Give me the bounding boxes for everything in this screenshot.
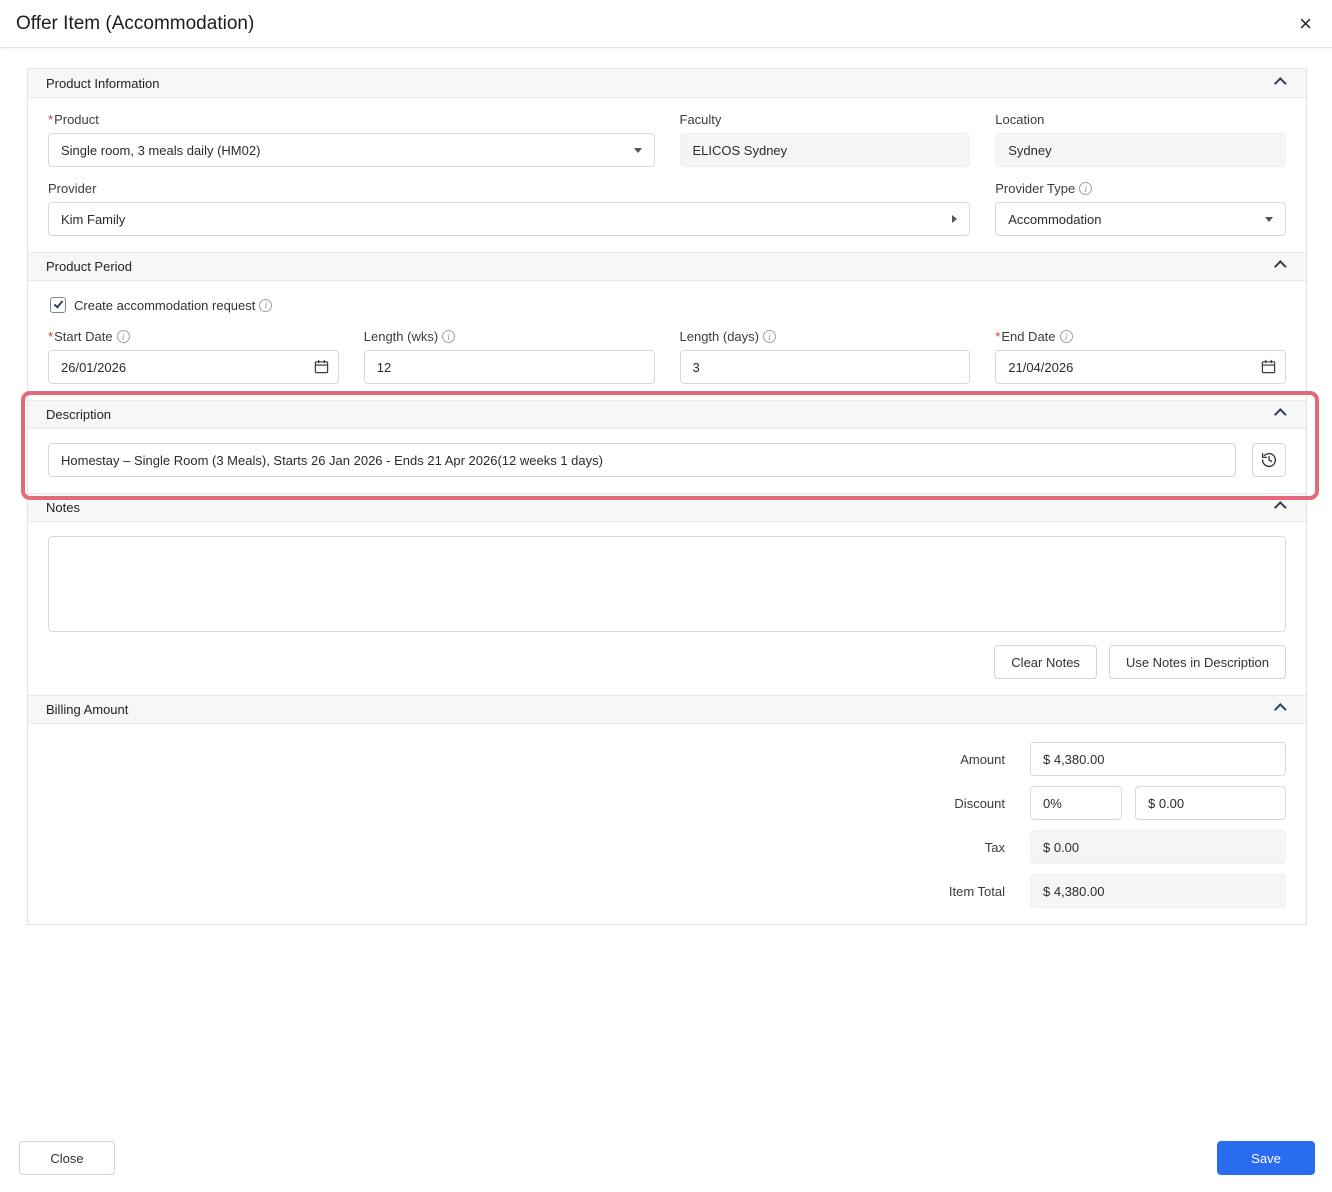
tax-readonly-field: $ 0.00: [1030, 830, 1286, 864]
calendar-icon[interactable]: [314, 359, 329, 374]
clear-notes-button[interactable]: Clear Notes: [994, 645, 1097, 679]
section-body-notes: Clear Notes Use Notes in Description: [28, 522, 1306, 695]
info-icon[interactable]: [1079, 182, 1093, 195]
section-title: Product Period: [46, 259, 132, 274]
amount-row: Amount: [48, 742, 1286, 776]
location-readonly-field: Sydney: [995, 133, 1286, 167]
amount-input[interactable]: [1030, 742, 1286, 776]
save-button[interactable]: Save: [1217, 1141, 1315, 1175]
provider-type-select[interactable]: Accommodation: [995, 202, 1286, 236]
section-billing-amount: Billing Amount Amount Discount Tax $ 0.0…: [28, 695, 1306, 924]
start-date-label: Start Date: [48, 329, 339, 344]
item-total-label: Item Total: [948, 883, 1005, 899]
section-header-product-information[interactable]: Product Information: [28, 69, 1306, 98]
section-header-billing-amount[interactable]: Billing Amount: [28, 695, 1306, 724]
provider-field: Provider Kim Family: [48, 181, 971, 236]
section-body-product-information: Product Single room, 3 meals daily (HM02…: [28, 98, 1306, 252]
length-wks-field: Length (wks): [363, 329, 655, 384]
offer-item-form-panel: Product Information Product Single room,…: [21, 68, 1319, 925]
notes-textarea[interactable]: [48, 536, 1286, 632]
chevron-up-icon[interactable]: [1273, 703, 1287, 716]
description-input[interactable]: [48, 443, 1236, 477]
checkbox-checked-icon[interactable]: [50, 297, 66, 313]
checkbox-label: Create accommodation request: [74, 297, 256, 313]
provider-type-field: Provider Type Accommodation: [995, 181, 1286, 236]
section-body-billing-amount: Amount Discount Tax $ 0.00 Item Total: [28, 724, 1306, 924]
section-title: Billing Amount: [46, 702, 129, 717]
section-header-description[interactable]: Description: [28, 400, 1306, 429]
chevron-up-icon[interactable]: [1273, 408, 1287, 421]
provider-lookup[interactable]: Kim Family: [48, 202, 971, 236]
chevron-up-icon[interactable]: [1273, 76, 1287, 90]
section-description: Description: [21, 391, 1319, 500]
length-days-label: Length (days): [680, 329, 971, 344]
section-title: Description: [46, 407, 112, 422]
section-body-product-period: Create accommodation request Start Date: [28, 281, 1306, 400]
chevron-right-icon: [952, 215, 958, 223]
section-product-period: Product Period Create accommodation requ…: [28, 252, 1306, 400]
section-body-description: [28, 429, 1306, 493]
close-button[interactable]: Close: [19, 1141, 115, 1175]
end-date-field: End Date: [995, 329, 1286, 384]
section-product-information: Product Information Product Single room,…: [28, 69, 1306, 252]
chevron-up-icon[interactable]: [1273, 260, 1287, 273]
info-icon[interactable]: [116, 330, 130, 343]
provider-lookup-value: Kim Family: [61, 211, 126, 227]
section-title: Notes: [46, 500, 80, 515]
chevron-down-icon: [633, 147, 642, 153]
provider-type-label: Provider Type: [995, 181, 1286, 196]
discount-amount-input[interactable]: [1135, 786, 1286, 820]
discount-row: Discount: [48, 786, 1286, 820]
start-date-input[interactable]: [48, 350, 339, 384]
length-days-input[interactable]: [679, 350, 971, 384]
product-label: Product: [48, 112, 655, 127]
length-wks-label: Length (wks): [364, 329, 655, 344]
amount-label: Amount: [960, 751, 1005, 767]
modal-footer: Close Save: [0, 1141, 1332, 1192]
info-icon[interactable]: [442, 330, 456, 343]
chevron-down-icon: [1265, 216, 1273, 222]
calendar-icon[interactable]: [1261, 359, 1276, 374]
tax-label: Tax: [984, 839, 1005, 855]
start-date-field: Start Date: [48, 329, 339, 384]
create-accommodation-request-checkbox[interactable]: Create accommodation request: [50, 297, 1286, 313]
faculty-label: Faculty: [679, 112, 722, 127]
length-wks-input[interactable]: [363, 350, 655, 384]
item-total-row: Item Total $ 4,380.00: [48, 874, 1286, 908]
reset-description-button[interactable]: [1252, 443, 1286, 477]
page-title: Offer Item (Accommodation): [16, 12, 255, 34]
discount-percent-input[interactable]: [1030, 786, 1122, 820]
discount-label: Discount: [954, 795, 1005, 811]
item-total-readonly-field: $ 4,380.00: [1030, 874, 1286, 908]
faculty-field: Faculty ELICOS Sydney: [679, 112, 971, 167]
end-date-input[interactable]: [995, 350, 1286, 384]
provider-type-select-value: Accommodation: [1008, 211, 1102, 227]
end-date-label: End Date: [995, 329, 1286, 344]
location-label: Location: [995, 112, 1045, 127]
section-title: Product Information: [46, 75, 160, 91]
use-notes-in-description-button[interactable]: Use Notes in Description: [1108, 645, 1286, 679]
faculty-readonly-field: ELICOS Sydney: [679, 133, 971, 167]
section-header-notes[interactable]: Notes: [28, 493, 1306, 522]
product-select[interactable]: Single room, 3 meals daily (HM02): [48, 133, 655, 167]
info-icon[interactable]: [259, 298, 273, 312]
length-days-field: Length (days): [679, 329, 971, 384]
close-icon[interactable]: ×: [1299, 12, 1312, 35]
tax-row: Tax $ 0.00: [48, 830, 1286, 864]
product-select-value: Single room, 3 meals daily (HM02): [61, 142, 261, 158]
location-field: Location Sydney: [995, 112, 1286, 167]
chevron-up-icon[interactable]: [1273, 501, 1287, 514]
provider-label: Provider: [48, 181, 97, 196]
history-icon: [1261, 452, 1277, 468]
section-header-product-period[interactable]: Product Period: [28, 252, 1306, 281]
product-field: Product Single room, 3 meals daily (HM02…: [48, 112, 655, 167]
info-icon[interactable]: [1059, 330, 1073, 343]
section-notes: Notes Clear Notes Use Notes in Descripti…: [28, 493, 1306, 695]
info-icon[interactable]: [763, 330, 776, 343]
modal-header: Offer Item (Accommodation) ×: [0, 0, 1332, 48]
